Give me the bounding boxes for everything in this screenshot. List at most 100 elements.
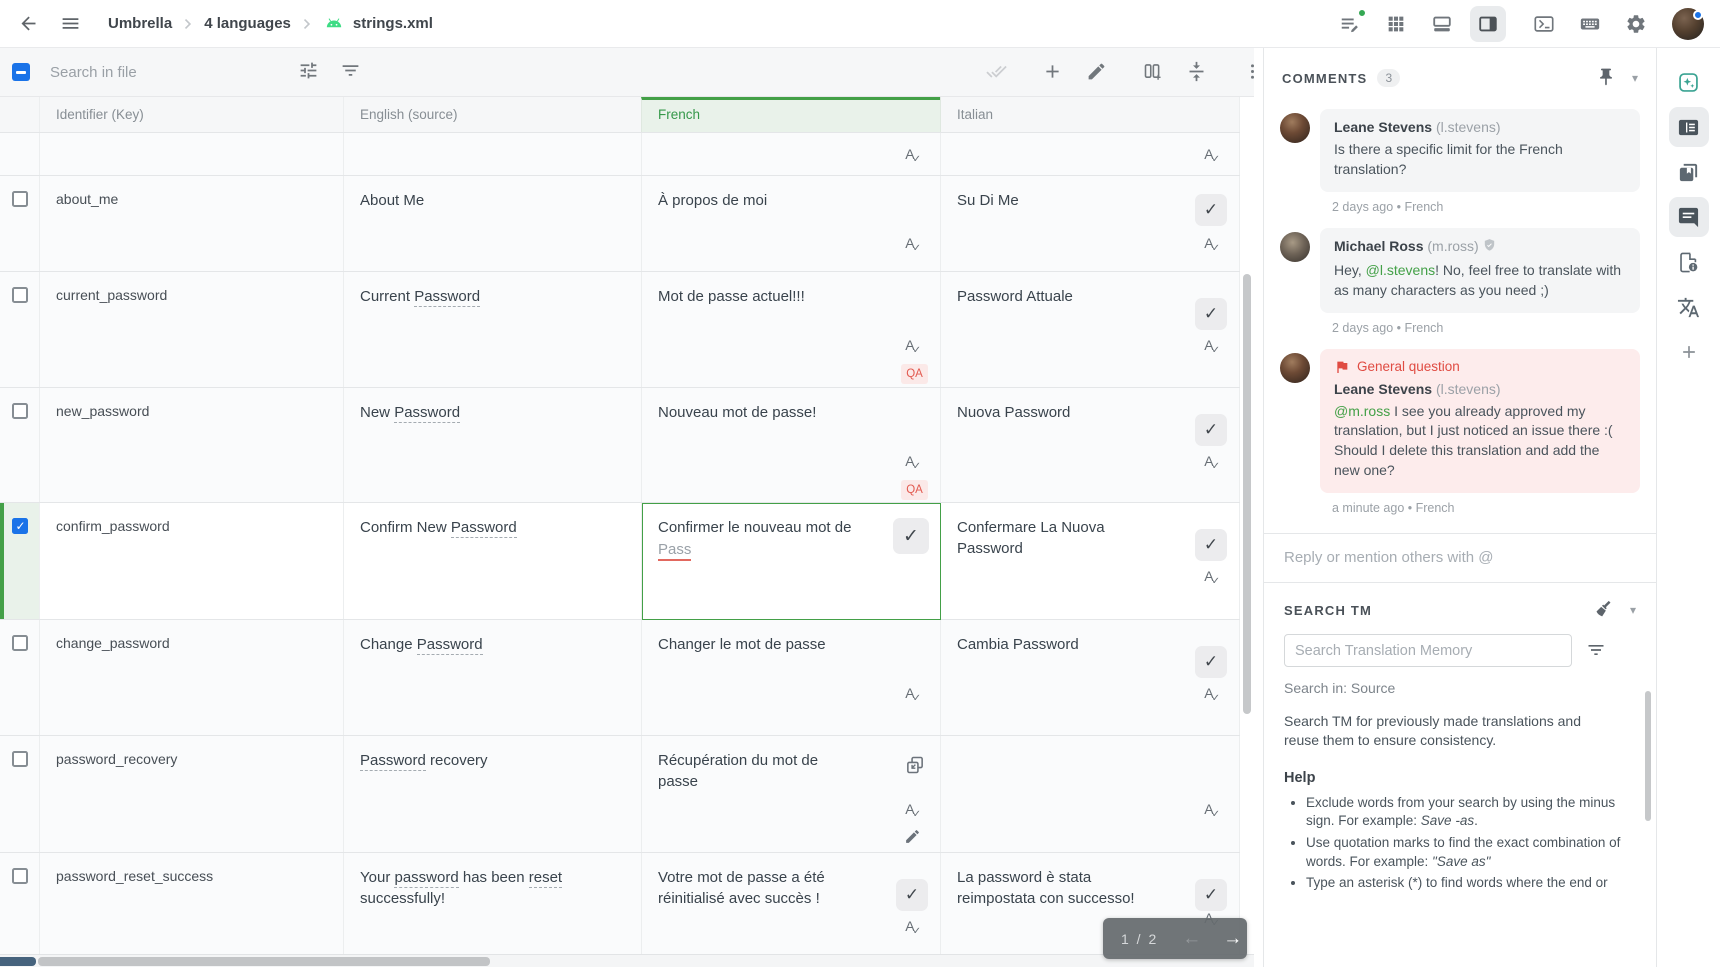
- table-row[interactable]: password_reset_success Your password has…: [0, 853, 1240, 967]
- row-checkbox[interactable]: [12, 287, 28, 303]
- translate-icon[interactable]: [1669, 287, 1709, 327]
- key-cell[interactable]: new_password: [40, 388, 343, 502]
- row-checkbox[interactable]: [12, 403, 28, 419]
- italian-cell[interactable]: Nuova Password ✓ A✓: [940, 388, 1240, 502]
- row-checkbox[interactable]: [12, 868, 28, 884]
- key-cell[interactable]: password_reset_success: [40, 853, 343, 967]
- back-icon[interactable]: [16, 12, 40, 36]
- edit-translation-icon[interactable]: [904, 828, 928, 852]
- english-cell[interactable]: Current Password: [343, 272, 641, 387]
- english-cell[interactable]: Confirm New Password: [343, 503, 641, 619]
- header-english[interactable]: English (source): [343, 97, 641, 132]
- row-checkbox[interactable]: [12, 751, 28, 767]
- editor-card-icon[interactable]: [1669, 107, 1709, 147]
- approve-button[interactable]: ✓: [1195, 298, 1227, 330]
- approve-button[interactable]: ✓: [1195, 529, 1227, 561]
- key-cell[interactable]: about_me: [40, 176, 343, 271]
- header-italian[interactable]: Italian: [940, 97, 1240, 132]
- english-cell[interactable]: Password recovery: [343, 736, 641, 852]
- terminal-icon[interactable]: [1526, 6, 1562, 42]
- french-cell[interactable]: Nouveau mot de passe! A✓ QA: [641, 388, 940, 502]
- user-avatar[interactable]: [1672, 8, 1704, 40]
- english-cell[interactable]: Change Password: [343, 620, 641, 735]
- collapse-rows-icon[interactable]: [1186, 61, 1210, 85]
- qa-issue-badge[interactable]: QA: [901, 480, 928, 500]
- add-panel-icon[interactable]: [1669, 332, 1709, 372]
- tm-filter-icon[interactable]: [1586, 640, 1608, 662]
- filter-settings-icon[interactable]: [298, 60, 322, 84]
- right-panel-icon[interactable]: [1470, 6, 1506, 42]
- italian-cell[interactable]: Cambia Password ✓ A✓: [940, 620, 1240, 735]
- context-document-icon[interactable]: [1669, 242, 1709, 282]
- approve-button[interactable]: ✓: [1195, 646, 1227, 678]
- header-french[interactable]: French: [641, 97, 940, 132]
- english-cell[interactable]: New Password: [343, 388, 641, 502]
- chevron-down-icon[interactable]: ▾: [1632, 71, 1638, 85]
- french-cell[interactable]: Mot de passe actuel!!! A✓ QA: [641, 272, 940, 387]
- vertical-scrollbar[interactable]: [1243, 274, 1251, 714]
- translation-editor[interactable]: Confirmer le nouveau mot de Pass ✓: [642, 503, 941, 620]
- english-cell[interactable]: Your password has been reset successfull…: [343, 853, 641, 967]
- french-cell[interactable]: Changer le mot de passe A✓: [641, 620, 940, 735]
- horizontal-scrollbar-track[interactable]: [0, 954, 1254, 967]
- italian-cell[interactable]: Password Attuale ✓ A✓: [940, 272, 1240, 387]
- grid-view-icon[interactable]: [1378, 6, 1414, 42]
- qa-issue-badge[interactable]: QA: [901, 364, 928, 384]
- pin-icon[interactable]: [1596, 67, 1618, 89]
- add-column-icon[interactable]: [1142, 61, 1166, 85]
- breadcrumb-project[interactable]: Umbrella: [108, 15, 172, 32]
- italian-cell[interactable]: Confermare La Nuova Password ✓ A✓: [940, 503, 1240, 619]
- comments-panel-icon[interactable]: [1669, 197, 1709, 237]
- breadcrumb-file[interactable]: strings.xml: [353, 15, 433, 32]
- comment-author[interactable]: Michael Ross: [1334, 238, 1423, 254]
- table-row[interactable]: password_recovery Password recovery Récu…: [0, 736, 1240, 853]
- french-cell[interactable]: À propos de moi A✓: [641, 176, 940, 271]
- approve-button[interactable]: ✓: [896, 879, 928, 911]
- edit-icon[interactable]: [1086, 61, 1110, 85]
- approve-button[interactable]: ✓: [1195, 879, 1227, 911]
- reply-input[interactable]: [1284, 549, 1636, 566]
- horizontal-scrollbar-thumb[interactable]: [38, 957, 490, 966]
- italian-cell[interactable]: Su Di Me ✓ A✓: [940, 176, 1240, 271]
- table-row[interactable]: change_password Change Password Changer …: [0, 620, 1240, 736]
- comment-author[interactable]: Leane Stevens: [1334, 381, 1432, 397]
- settings-gear-icon[interactable]: [1618, 6, 1654, 42]
- header-identifier[interactable]: Identifier (Key): [40, 97, 343, 132]
- row-checkbox[interactable]: [12, 518, 28, 534]
- chevron-down-icon[interactable]: ▾: [1630, 603, 1636, 617]
- key-cell[interactable]: confirm_password: [40, 503, 343, 619]
- tasks-icon[interactable]: [1332, 6, 1368, 42]
- add-key-icon[interactable]: [1042, 61, 1066, 85]
- panel-scrollbar[interactable]: [1645, 691, 1651, 821]
- ai-assistant-icon[interactable]: [1669, 62, 1709, 102]
- italian-cell-empty[interactable]: A✓: [940, 736, 1240, 852]
- filter-icon[interactable]: [340, 60, 364, 84]
- french-cell[interactable]: Votre mot de passe a été réinitialisé av…: [641, 853, 940, 967]
- keyboard-shortcuts-icon[interactable]: [1572, 6, 1608, 42]
- search-input[interactable]: [50, 64, 280, 81]
- approve-button[interactable]: ✓: [893, 518, 929, 554]
- table-row[interactable]: A✓ A✓: [0, 133, 1240, 176]
- french-cell-editing[interactable]: Confirmer le nouveau mot de Pass ✓: [641, 503, 940, 619]
- row-checkbox[interactable]: [12, 635, 28, 651]
- comment-author[interactable]: Leane Stevens: [1334, 119, 1432, 135]
- key-cell[interactable]: change_password: [40, 620, 343, 735]
- table-row[interactable]: new_password New Password Nouveau mot de…: [0, 388, 1240, 503]
- tm-search-input[interactable]: [1284, 634, 1572, 667]
- table-row[interactable]: current_password Current Password Mot de…: [0, 272, 1240, 388]
- key-cell[interactable]: password_recovery: [40, 736, 343, 852]
- hamburger-menu-icon[interactable]: [58, 12, 82, 36]
- bottom-panel-icon[interactable]: [1424, 6, 1460, 42]
- approve-button[interactable]: ✓: [1195, 414, 1227, 446]
- key-cell[interactable]: current_password: [40, 272, 343, 387]
- english-cell[interactable]: About Me: [343, 176, 641, 271]
- more-options-icon[interactable]: [1242, 61, 1254, 85]
- french-cell[interactable]: Récupération du mot de passe A✓: [641, 736, 940, 852]
- table-row-selected[interactable]: confirm_password Confirm New Password Co…: [0, 503, 1240, 620]
- tm-clean-icon[interactable]: [1594, 599, 1616, 621]
- breadcrumb-languages[interactable]: 4 languages: [204, 15, 291, 32]
- copy-from-source-icon[interactable]: [904, 754, 928, 778]
- row-checkbox[interactable]: [12, 191, 28, 207]
- next-page-icon[interactable]: →: [1223, 928, 1242, 950]
- tm-search-scope[interactable]: Search in: Source: [1284, 680, 1636, 696]
